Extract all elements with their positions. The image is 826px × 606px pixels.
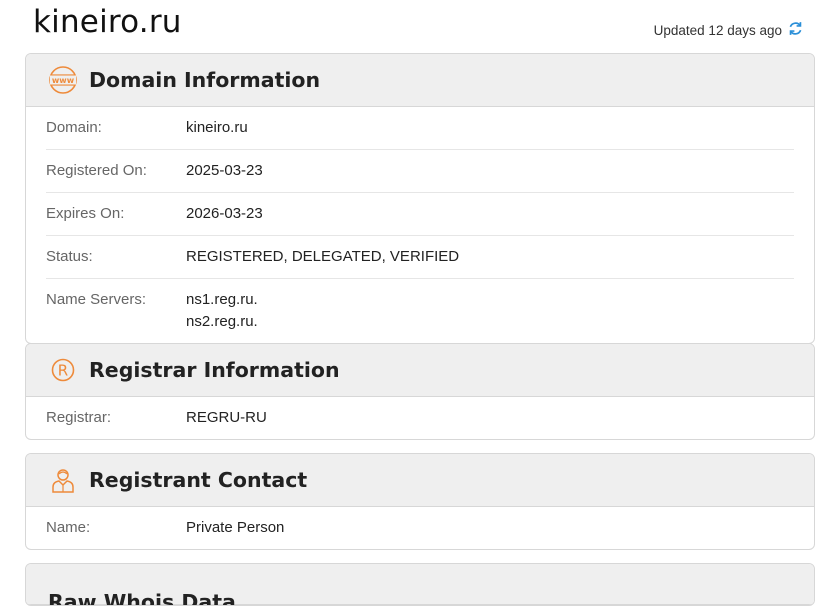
info-row-name: Name: Private Person	[46, 507, 794, 549]
row-value: REGRU-RU	[186, 409, 267, 426]
domain-information-header: www Domain Information	[26, 54, 814, 107]
row-value: Private Person	[186, 519, 285, 536]
svg-text:R: R	[58, 362, 68, 380]
info-row-expires-on: Expires On: 2026-03-23	[46, 193, 794, 236]
row-value: 2026-03-23	[186, 205, 263, 222]
section-title: Registrar Information	[89, 358, 340, 382]
row-label: Expires On:	[46, 205, 125, 222]
www-globe-icon: www	[48, 65, 78, 95]
name-server: ns1.reg.ru.	[186, 291, 258, 308]
info-row-domain: Domain: kineiro.ru	[46, 107, 794, 150]
person-contact-icon	[48, 465, 78, 495]
refresh-icon[interactable]	[787, 20, 804, 40]
row-value: kineiro.ru	[186, 119, 248, 136]
updated-status: Updated 12 days ago	[654, 20, 804, 40]
row-label: Registered On:	[46, 162, 147, 179]
row-value: ns1.reg.ru. ns2.reg.ru.	[186, 289, 258, 333]
row-label: Status:	[46, 248, 93, 265]
svg-text:www: www	[52, 76, 75, 85]
row-value: 2025-03-23	[186, 162, 263, 179]
page-title: kineiro.ru	[33, 4, 182, 40]
row-label: Name Servers:	[46, 291, 147, 308]
row-label: Registrar:	[46, 409, 112, 426]
row-value: REGISTERED, DELEGATED, VERIFIED	[186, 248, 460, 265]
row-label: Domain:	[46, 119, 102, 136]
section-title: Raw Whois Data	[48, 590, 236, 606]
row-label: Name:	[46, 519, 91, 536]
registrar-information-header: R Registrar Information	[26, 344, 814, 397]
registrant-contact-card: Registrant Contact Name: Private Person	[25, 453, 815, 550]
info-row-registrar: Registrar: REGRU-RU	[46, 397, 794, 439]
info-row-name-servers: Name Servers: ns1.reg.ru. ns2.reg.ru.	[46, 279, 794, 343]
updated-text: Updated 12 days ago	[653, 22, 782, 38]
name-server: ns2.reg.ru.	[186, 313, 258, 330]
registrar-information-card: R Registrar Information Registrar: REGRU…	[25, 343, 815, 440]
section-title: Domain Information	[89, 68, 321, 92]
info-row-status: Status: REGISTERED, DELEGATED, VERIFIED	[46, 236, 794, 279]
section-title: Registrant Contact	[89, 468, 308, 492]
registered-trademark-icon: R	[48, 355, 78, 385]
info-row-registered-on: Registered On: 2025-03-23	[46, 150, 794, 193]
registrant-contact-header: Registrant Contact	[26, 454, 814, 507]
domain-information-card: www Domain Information Domain: kineiro.r…	[25, 53, 815, 344]
